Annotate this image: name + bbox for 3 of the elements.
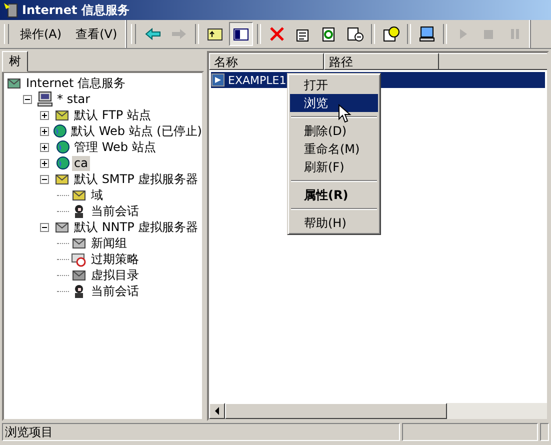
status-text: 浏览项目 [2,423,400,441]
window-title: Internet 信息服务 [22,2,130,18]
file-name: EXAMPLE1 [228,74,288,86]
